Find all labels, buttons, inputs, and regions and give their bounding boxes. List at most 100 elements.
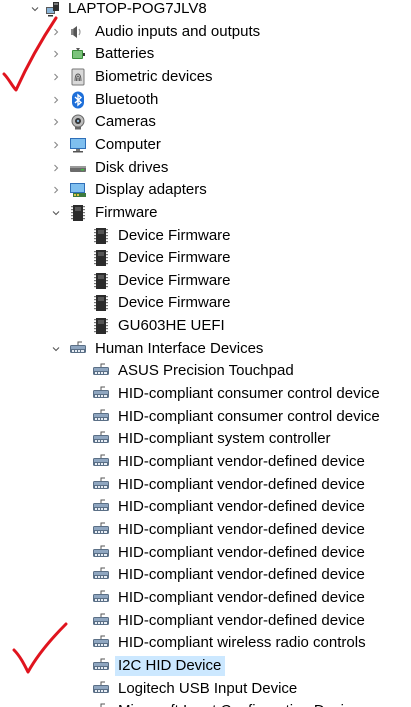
- device-item-hid-compliant-vendor-defined-device[interactable]: HID-compliant vendor-defined device: [0, 474, 411, 497]
- chevron-right-icon[interactable]: [51, 95, 61, 105]
- tree-item-label: Logitech USB Input Device: [118, 679, 298, 697]
- device-item-hid-compliant-vendor-defined-device[interactable]: HID-compliant vendor-defined device: [0, 587, 411, 610]
- speaker-icon: [69, 23, 87, 41]
- hid-icon: [92, 521, 110, 539]
- webcam-icon: [69, 113, 87, 131]
- tree-item-label: Disk drives: [95, 158, 169, 176]
- firmware-chip-icon: [92, 317, 110, 335]
- tree-item-label: Device Firmware: [118, 226, 231, 244]
- display-adapter-icon: [69, 181, 87, 199]
- hid-icon: [92, 702, 110, 707]
- hid-icon: [92, 453, 110, 471]
- tree-item-label: HID-compliant vendor-defined device: [118, 498, 365, 516]
- tree-node-disk-drives[interactable]: Disk drives: [0, 157, 411, 180]
- chevron-right-icon[interactable]: [51, 27, 61, 37]
- hid-icon: [92, 634, 110, 652]
- tree-node-computer[interactable]: Computer: [0, 134, 411, 157]
- hid-icon: [92, 362, 110, 380]
- tree-item-label: Device Firmware: [118, 249, 231, 267]
- device-item-hid-compliant-vendor-defined-device[interactable]: HID-compliant vendor-defined device: [0, 610, 411, 633]
- tree-item-label: I2C HID Device: [115, 655, 226, 676]
- tree-item-label: Audio inputs and outputs: [95, 22, 261, 40]
- tree-item-label: Display adapters: [95, 181, 207, 199]
- hid-icon: [92, 544, 110, 562]
- chevron-down-icon[interactable]: [51, 344, 61, 354]
- device-item-hid-compliant-consumer-control-device[interactable]: HID-compliant consumer control device: [0, 406, 411, 429]
- device-tree[interactable]: LAPTOP-POG7JLV8 Audio inputs and outputs B…: [0, 0, 411, 707]
- tree-item-label: HID-compliant vendor-defined device: [118, 520, 365, 538]
- tree-item-label: Biometric devices: [95, 67, 213, 85]
- tree-item-label: HID-compliant consumer control device: [118, 407, 380, 425]
- tree-item-label: Bluetooth: [95, 90, 159, 108]
- tree-node-cameras[interactable]: Cameras: [0, 111, 411, 134]
- tree-item-label: LAPTOP-POG7JLV8: [68, 0, 207, 17]
- hid-icon: [92, 566, 110, 584]
- chevron-right-icon[interactable]: [51, 117, 61, 127]
- tree-item-label: HID-compliant vendor-defined device: [118, 543, 365, 561]
- tree-node-batteries[interactable]: Batteries: [0, 43, 411, 66]
- tree-item-label: HID-compliant vendor-defined device: [118, 453, 365, 470]
- tree-item-label: Device Firmware: [118, 294, 231, 312]
- tree-node-laptop-pog7jlv8[interactable]: LAPTOP-POG7JLV8: [0, 0, 411, 21]
- tree-node-display-adapters[interactable]: Display adapters: [0, 179, 411, 202]
- hid-icon: [92, 657, 110, 675]
- tree-node-bluetooth[interactable]: Bluetooth: [0, 89, 411, 112]
- monitor-icon: [69, 136, 87, 154]
- tree-item-label: GU603HE UEFI: [118, 317, 225, 335]
- chevron-right-icon[interactable]: [51, 72, 61, 82]
- device-item-hid-compliant-system-controller[interactable]: HID-compliant system controller: [0, 428, 411, 451]
- hid-icon: [92, 476, 110, 494]
- device-item-device-firmware[interactable]: Device Firmware: [0, 225, 411, 248]
- tree-item-label: Cameras: [95, 113, 156, 131]
- tree-node-audio-inputs-and-outputs[interactable]: Audio inputs and outputs: [0, 21, 411, 44]
- hid-icon: [92, 430, 110, 448]
- hid-icon: [92, 680, 110, 698]
- hid-icon: [92, 385, 110, 403]
- chevron-right-icon[interactable]: [51, 49, 61, 59]
- tree-node-human-interface-devices[interactable]: Human Interface Devices: [0, 338, 411, 361]
- disk-drive-icon: [69, 159, 87, 177]
- tree-node-biometric-devices[interactable]: Biometric devices: [0, 66, 411, 89]
- bluetooth-icon: [69, 91, 87, 109]
- computer-root-icon: [45, 0, 63, 18]
- tree-item-label: ASUS Precision Touchpad: [118, 362, 294, 380]
- device-item-hid-compliant-consumer-control-device[interactable]: HID-compliant consumer control device: [0, 383, 411, 406]
- device-item-microsoft-input-configuration-device[interactable]: Microsoft Input Configuration Device: [0, 700, 411, 707]
- firmware-chip-icon: [92, 249, 110, 267]
- tree-node-firmware[interactable]: Firmware: [0, 202, 411, 225]
- chevron-right-icon[interactable]: [51, 163, 61, 173]
- tree-item-label: HID-compliant vendor-defined device: [118, 475, 365, 493]
- hid-icon: [92, 498, 110, 516]
- tree-item-label: HID-compliant system controller: [118, 430, 331, 448]
- tree-item-label: Human Interface Devices: [95, 339, 264, 357]
- device-item-hid-compliant-vendor-defined-device[interactable]: HID-compliant vendor-defined device: [0, 519, 411, 542]
- chevron-right-icon[interactable]: [51, 140, 61, 150]
- device-item-hid-compliant-wireless-radio-controls[interactable]: HID-compliant wireless radio controls: [0, 632, 411, 655]
- device-item-hid-compliant-vendor-defined-device[interactable]: HID-compliant vendor-defined device: [0, 496, 411, 519]
- tree-item-label: Batteries: [95, 45, 155, 63]
- tree-item-label: Microsoft Input Configuration Device: [118, 701, 360, 707]
- device-item-asus-precision-touchpad[interactable]: ASUS Precision Touchpad: [0, 360, 411, 383]
- tree-item-label: Device Firmware: [118, 271, 231, 289]
- tree-item-label: Firmware: [95, 203, 158, 221]
- device-item-i2c-hid-device[interactable]: I2C HID Device: [0, 655, 411, 678]
- fingerprint-icon: [69, 68, 87, 86]
- device-item-device-firmware[interactable]: Device Firmware: [0, 270, 411, 293]
- chevron-right-icon[interactable]: [51, 185, 61, 195]
- tree-item-label: HID-compliant vendor-defined device: [118, 566, 365, 584]
- device-item-gu603he-uefi[interactable]: GU603HE UEFI: [0, 315, 411, 338]
- tree-item-label: HID-compliant vendor-defined device: [118, 611, 365, 629]
- device-item-device-firmware[interactable]: Device Firmware: [0, 247, 411, 270]
- device-item-logitech-usb-input-device[interactable]: Logitech USB Input Device: [0, 678, 411, 701]
- tree-item-label: HID-compliant wireless radio controls: [118, 634, 366, 652]
- chevron-down-icon[interactable]: [30, 4, 40, 14]
- battery-icon: [69, 45, 87, 63]
- tree-item-label: Computer: [95, 135, 161, 153]
- hid-icon: [92, 408, 110, 426]
- device-item-hid-compliant-vendor-defined-device[interactable]: HID-compliant vendor-defined device: [0, 542, 411, 565]
- device-item-hid-compliant-vendor-defined-device[interactable]: HID-compliant vendor-defined device: [0, 564, 411, 587]
- hid-icon: [69, 340, 87, 358]
- chevron-down-icon[interactable]: [51, 208, 61, 218]
- device-item-hid-compliant-vendor-defined-device[interactable]: HID-compliant vendor-defined device: [0, 451, 411, 474]
- device-item-device-firmware[interactable]: Device Firmware: [0, 292, 411, 315]
